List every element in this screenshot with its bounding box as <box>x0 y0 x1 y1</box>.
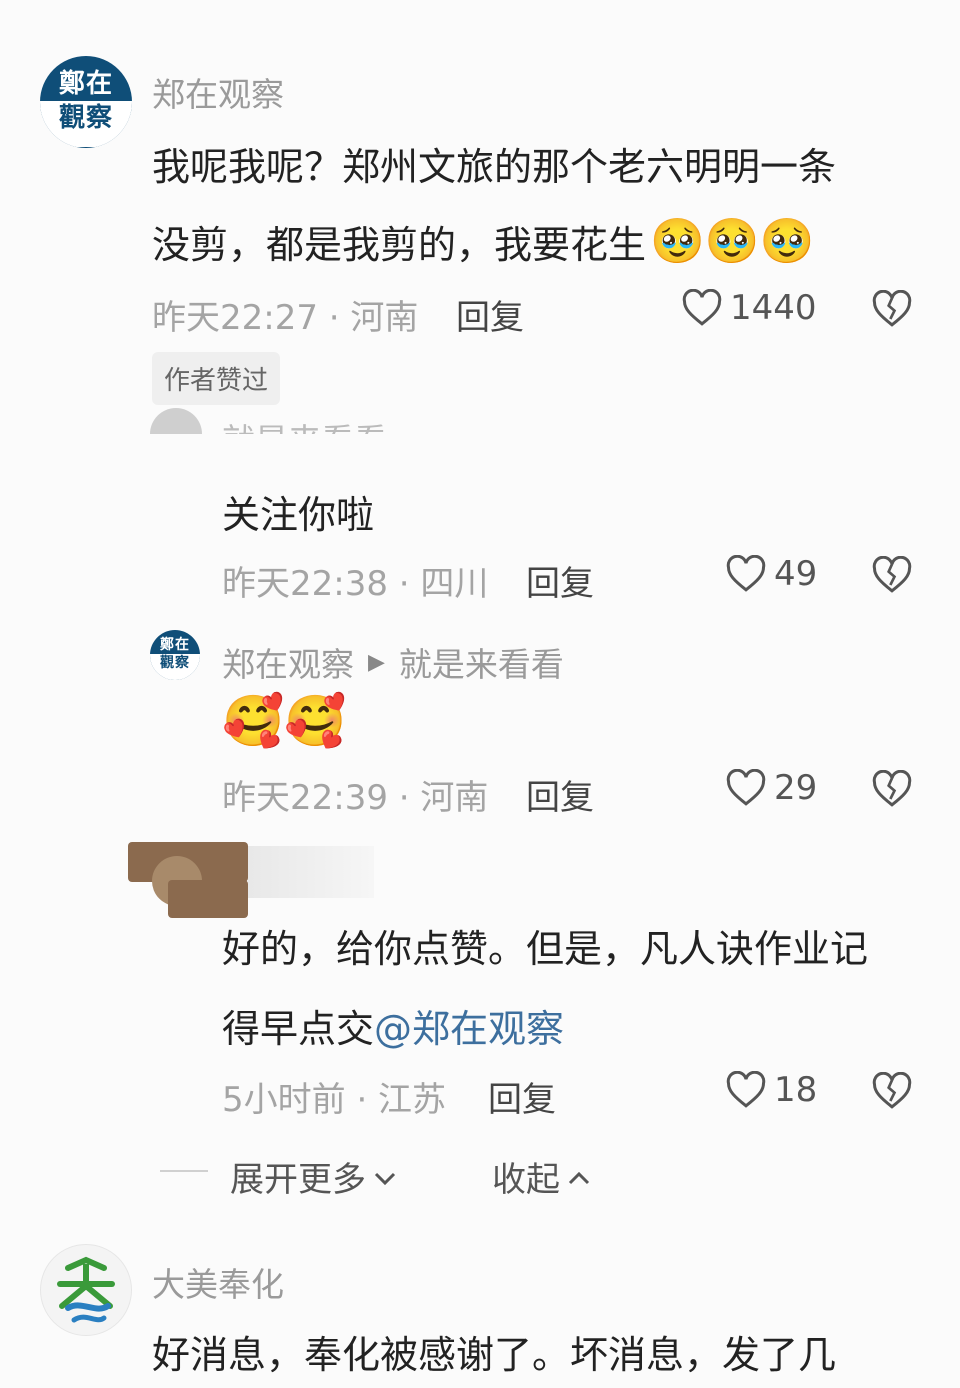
avatar-logo-top: 鄭在 <box>58 69 113 99</box>
comment-text-line2: 得早点交@郑在观察 <box>222 998 564 1053</box>
collapse-button[interactable]: 收起 <box>492 1152 592 1201</box>
collapse-label: 收起 <box>492 1160 560 1200</box>
fenghua-logo-icon <box>57 1256 115 1323</box>
comment-meta: 5小时前 · 江苏 <box>222 1080 447 1120</box>
comment-text: 关注你啦 <box>222 493 375 537</box>
reply-button[interactable]: 回复 <box>488 1072 556 1121</box>
avatar-dameifenghua[interactable] <box>40 1244 132 1336</box>
comment-text-line1: 好消息，奉化被感谢了。坏消息，发了几 <box>152 1333 837 1377</box>
redacted-avatar-mask <box>168 880 248 918</box>
expand-more-label: 展开更多 <box>230 1160 366 1200</box>
reply-arrow-icon: ▶ <box>368 649 385 675</box>
hugging-face-emojis: 🥰🥰 <box>222 692 347 750</box>
avatar-zhengzai[interactable]: 鄭在 觀察 <box>150 630 200 680</box>
comment-text: 没剪，都是我剪的，我要花生 <box>152 223 647 267</box>
comment-meta: 昨天22:39 · 河南 <box>222 778 489 818</box>
comment-meta: 昨天22:38 · 四川 <box>222 564 489 604</box>
dislike-broken-heart-icon[interactable] <box>872 290 912 328</box>
dislike-broken-heart-icon[interactable] <box>872 770 912 808</box>
heart-outline-icon <box>682 289 722 327</box>
heart-outline-icon <box>726 769 766 807</box>
comment-meta: 昨天22:27 · 河南 <box>152 298 419 338</box>
avatar-zhengzai[interactable]: 鄭在 觀察 <box>40 56 132 148</box>
like-count: 49 <box>774 554 818 594</box>
comment-text-line1: 我呢我呢？郑州文旅的那个老六明明一条 <box>152 145 837 189</box>
redacted-username <box>248 846 374 898</box>
comment-author[interactable]: 郑在观察 <box>152 68 284 116</box>
thread-divider <box>160 1170 208 1172</box>
reply-button[interactable]: 回复 <box>526 556 594 605</box>
like-button[interactable]: 49 <box>726 554 817 594</box>
comment-author[interactable]: 就是来看看 <box>222 414 387 434</box>
avatar-logo-bottom: 觀察 <box>40 101 132 147</box>
comment-text: 得早点交 <box>222 1007 375 1051</box>
expand-more-button[interactable]: 展开更多 <box>230 1152 398 1201</box>
comment-author[interactable]: 郑在观察 <box>222 638 354 686</box>
clipped-reply-header: 就是来看看 <box>120 400 420 434</box>
reply-to-user[interactable]: 就是来看看 <box>399 638 564 686</box>
heart-outline-icon <box>726 555 766 593</box>
like-button[interactable]: 1440 <box>682 288 817 328</box>
like-button[interactable]: 29 <box>726 768 817 808</box>
like-button[interactable]: 18 <box>726 1070 817 1110</box>
dislike-broken-heart-icon[interactable] <box>872 1072 912 1110</box>
avatar-logo-top: 鄭在 <box>160 637 190 653</box>
comment-author[interactable]: 大美奉化 <box>152 1258 284 1306</box>
author-liked-badge: 作者赞过 <box>152 352 281 405</box>
like-count: 29 <box>774 768 818 808</box>
reply-button[interactable]: 回复 <box>456 290 524 339</box>
comment-text-line2: 没剪，都是我剪的，我要花生 🥹🥹🥹 <box>152 214 814 269</box>
mention-link[interactable]: @郑在观察 <box>374 1007 564 1051</box>
heart-outline-icon <box>726 1071 766 1109</box>
like-count: 18 <box>774 1070 818 1110</box>
dislike-broken-heart-icon[interactable] <box>872 556 912 594</box>
reply-header: 郑在观察 ▶ 就是来看看 <box>222 638 564 686</box>
chevron-down-icon <box>372 1157 398 1197</box>
comment-text-line1: 好的，给你点赞。但是，凡人诀作业记 <box>222 927 869 971</box>
avatar-reply-user[interactable] <box>150 408 202 434</box>
chevron-up-icon <box>566 1157 592 1197</box>
pleading-face-emojis: 🥹🥹🥹 <box>650 215 815 267</box>
avatar-logo-bottom: 觀察 <box>150 654 200 680</box>
like-count: 1440 <box>730 288 817 328</box>
reply-button[interactable]: 回复 <box>526 770 594 819</box>
